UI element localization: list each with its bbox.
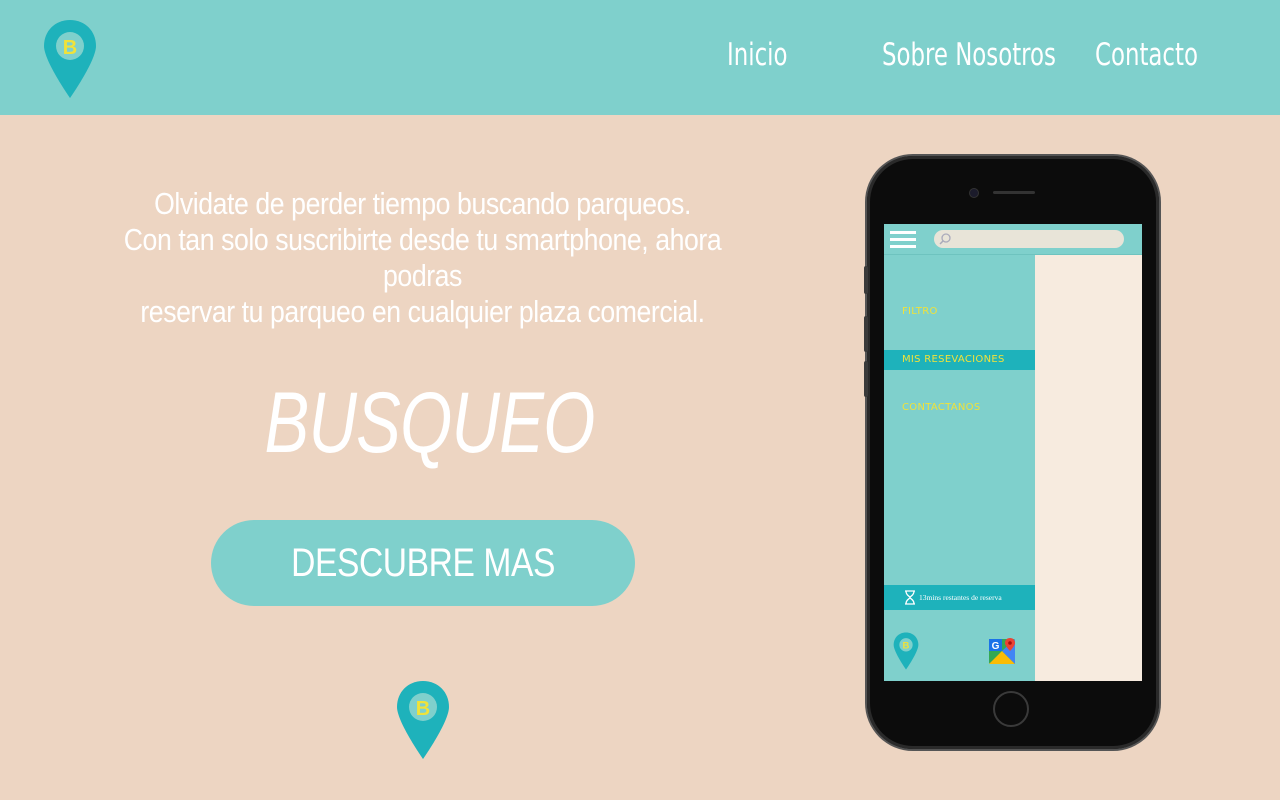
reservation-timer-bar: 13mins restantes de reserva	[884, 585, 1035, 610]
phone-side-button	[864, 266, 868, 294]
app-content-panel	[1035, 255, 1142, 681]
logo-pin-icon[interactable]: B	[43, 19, 97, 99]
nav-link-inicio[interactable]: Inicio	[727, 34, 788, 76]
app-topbar	[884, 224, 1142, 255]
hourglass-icon	[905, 590, 915, 605]
phone-mockup: FILTRO MIS RESEVACIONES CONTACTANOS 13mi…	[864, 156, 1159, 749]
nav-link-sobre-nosotros[interactable]: Sobre Nosotros	[882, 34, 1056, 76]
app-logo-letter: B	[903, 641, 910, 652]
app-search-input[interactable]	[934, 230, 1124, 248]
header-bar: B Inicio Sobre Nosotros Contacto	[0, 0, 1280, 115]
phone-volume-down	[864, 361, 868, 397]
app-menu-filtro[interactable]: FILTRO	[884, 302, 1035, 322]
descubre-mas-label: DESCUBRE MAS	[291, 541, 555, 585]
brand-title: BUSQUEO	[264, 375, 596, 471]
phone-camera	[969, 188, 979, 198]
search-icon	[939, 233, 951, 245]
hero-line-3: reservar tu parqueo en cualquier plaza c…	[140, 294, 705, 329]
logo-letter: B	[63, 37, 77, 59]
phone-home-button[interactable]	[993, 691, 1029, 727]
hamburger-menu-icon[interactable]	[890, 231, 916, 248]
hero-line-2: Con tan solo suscribirte desde tu smartp…	[123, 222, 722, 293]
hero-description: Olvidate de perder tiempo buscando parqu…	[60, 186, 785, 330]
app-logo-pin-icon[interactable]: B	[893, 632, 919, 670]
maps-letter: G	[992, 641, 1000, 652]
phone-screen: FILTRO MIS RESEVACIONES CONTACTANOS 13mi…	[884, 224, 1142, 681]
phone-volume-up	[864, 316, 868, 352]
nav-link-contacto[interactable]: Contacto	[1095, 34, 1198, 76]
bottom-logo-letter: B	[416, 698, 430, 720]
descubre-mas-button[interactable]: DESCUBRE MAS	[211, 520, 635, 606]
reservation-timer-text: 13mins restantes de reserva	[919, 593, 1002, 602]
hero-line-1: Olvidate de perder tiempo buscando parqu…	[154, 186, 691, 221]
google-maps-icon[interactable]: G	[988, 637, 1018, 665]
app-menu-mis-reservaciones[interactable]: MIS RESEVACIONES	[884, 350, 1035, 370]
app-menu-contactanos[interactable]: CONTACTANOS	[884, 398, 1035, 418]
bottom-logo-pin-icon[interactable]: B	[396, 680, 450, 760]
phone-speaker	[993, 191, 1035, 194]
